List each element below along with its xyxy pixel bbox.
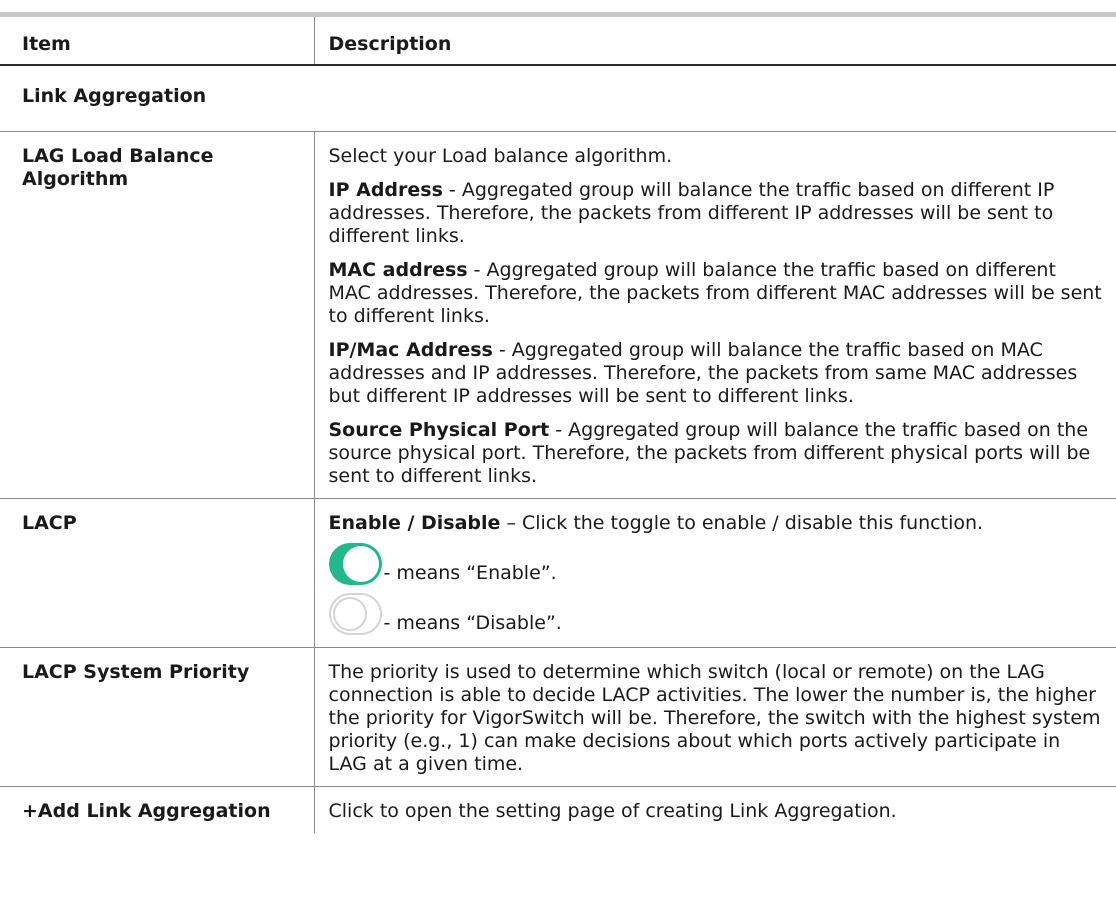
toggle-enable-line: - means “Enable”. [328, 539, 1105, 585]
item-lacp-priority: LACP System Priority [0, 647, 314, 787]
lacp-term: Enable / Disable [328, 512, 501, 534]
desc-intro: Select your Load balance algorithm. [328, 145, 673, 167]
item-lacp: LACP [0, 498, 314, 648]
table-row: LACP Enable / Disable – Click the toggle… [0, 498, 1116, 648]
priority-text: The priority is used to determine which … [328, 661, 1101, 775]
document-page: Item Description Link Aggregation LAG Lo… [0, 0, 1116, 918]
desc-lacp: Enable / Disable – Click the toggle to e… [313, 498, 1116, 648]
desc-lacp-priority: The priority is used to determine which … [313, 647, 1116, 787]
desc-add-lag: Click to open the setting page of creati… [313, 786, 1116, 833]
table-row: +Add Link Aggregation Click to open the … [0, 786, 1116, 833]
lacp-intro: Enable / Disable – Click the toggle to e… [329, 512, 1105, 535]
header-item: Item [0, 14, 314, 66]
option-mac-address: MAC address - Aggregated group will bala… [329, 259, 1105, 328]
description-table: Item Description Link Aggregation LAG Lo… [0, 12, 1116, 833]
option-term: IP/Mac Address [328, 339, 493, 361]
enable-text: - means “Enable”. [383, 562, 557, 584]
item-add-lag: +Add Link Aggregation [22, 800, 271, 822]
section-title: Link Aggregation [0, 65, 1116, 132]
option-ip-address: IP Address - Aggregated group will balan… [329, 179, 1105, 248]
table-row: LAG Load Balance Algorithm Select your L… [0, 131, 1116, 499]
option-term: MAC address [328, 259, 468, 281]
option-term: Source Physical Port [328, 419, 550, 441]
toggle-on-icon [328, 543, 382, 585]
table-header-row: Item Description [0, 14, 1116, 66]
option-term: IP Address [328, 179, 443, 201]
toggle-disable-line: - means “Disable”. [328, 589, 1105, 635]
disable-text: - means “Disable”. [383, 612, 562, 634]
lacp-text: – Click the toggle to enable / disable t… [500, 512, 984, 534]
header-description: Description [313, 14, 1116, 66]
option-ip-mac-address: IP/Mac Address - Aggregated group will b… [329, 339, 1105, 408]
toggle-off-icon [328, 593, 382, 635]
add-lag-text: Click to open the setting page of creati… [328, 800, 897, 822]
section-row: Link Aggregation [0, 65, 1116, 132]
item-lag-algorithm: LAG Load Balance Algorithm [0, 131, 314, 499]
option-source-physical-port: Source Physical Port - Aggregated group … [329, 419, 1105, 488]
desc-lag-algorithm: Select your Load balance algorithm. IP A… [313, 131, 1116, 499]
table-row: LACP System Priority The priority is use… [0, 647, 1116, 787]
